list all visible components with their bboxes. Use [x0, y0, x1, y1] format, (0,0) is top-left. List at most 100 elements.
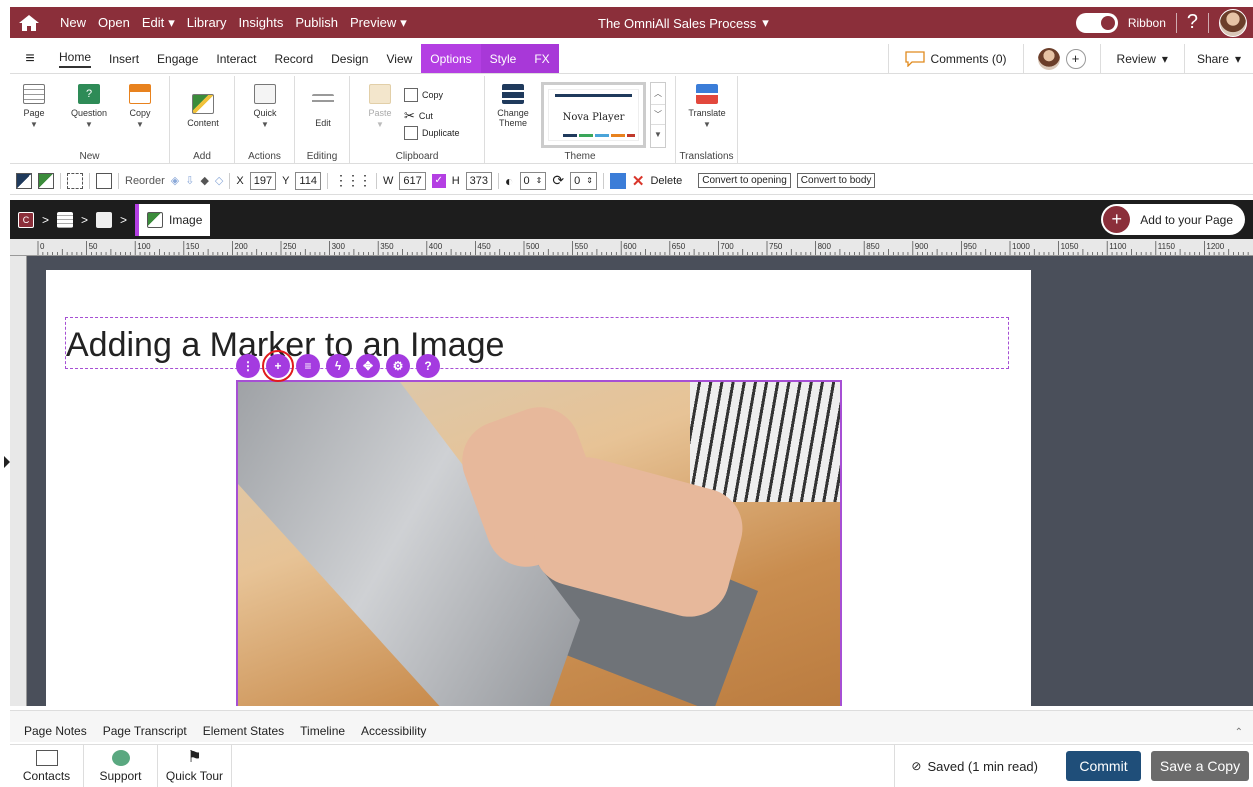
word-export-icon[interactable] [609, 172, 626, 189]
rotation-field[interactable]: 0 ⇕ [570, 171, 597, 190]
page-crumb-icon[interactable] [57, 211, 74, 228]
settings-sliders-icon[interactable]: ≡ [296, 354, 320, 378]
y-position-field[interactable]: 114 [295, 171, 321, 190]
delete-label[interactable]: Delete [650, 175, 682, 187]
quick-tour-button[interactable]: ⚑ Quick Tour [158, 745, 232, 787]
add-collaborator-button[interactable]: + [1065, 48, 1086, 69]
copy-button[interactable]: Copy [404, 88, 443, 102]
save-status-label: Saved (1 min read) [927, 758, 1038, 774]
project-title[interactable]: The OmniAll Sales Process ▾ [598, 15, 769, 31]
delete-icon[interactable]: ✕ [632, 172, 645, 190]
edit-button[interactable]: Edit [307, 94, 339, 128]
image-icon[interactable] [38, 172, 54, 189]
ruler-label: 1100 [1109, 242, 1127, 251]
expand-panel-icon[interactable] [4, 456, 10, 468]
group-new: Page ▼ ? Question ▼ Copy ▼ New [10, 76, 170, 164]
height-field[interactable]: 373 [465, 171, 493, 190]
collapse-panel-icon[interactable]: ⌃ [1235, 727, 1243, 738]
paste-button[interactable]: Paste ▼ [364, 84, 396, 129]
cut-button[interactable]: ✂ Cut [404, 108, 433, 124]
tab-accessibility[interactable]: Accessibility [361, 724, 426, 738]
hamburger-menu-icon[interactable]: ≡ [10, 44, 50, 73]
menu-edit[interactable]: Edit ▾ [142, 15, 175, 31]
translate-button[interactable]: Translate ▼ [682, 84, 732, 129]
menu-preview[interactable]: Preview ▾ [350, 15, 407, 31]
home-icon[interactable] [10, 7, 48, 38]
tab-insert[interactable]: Insert [100, 44, 148, 73]
border-icon[interactable] [67, 172, 83, 189]
tab-home[interactable]: Home [50, 44, 100, 73]
tab-timeline[interactable]: Timeline [300, 724, 345, 738]
more-options-icon[interactable]: ⋮ [236, 354, 260, 378]
save-copy-button[interactable]: Save a Copy [1151, 751, 1249, 781]
bring-forward-icon[interactable]: ◆ [200, 174, 208, 187]
send-backward-icon[interactable]: ⇩ [185, 174, 194, 187]
tab-engage[interactable]: Engage [148, 44, 207, 73]
menu-insights[interactable]: Insights [239, 15, 284, 30]
more-themes-icon[interactable]: ▼ [651, 125, 665, 145]
user-avatar[interactable] [1219, 8, 1247, 37]
comments-button[interactable]: Comments (0) [887, 44, 1023, 73]
divider [375, 172, 377, 189]
collaborator-avatar[interactable] [1037, 47, 1060, 70]
tab-page-notes[interactable]: Page Notes [24, 724, 87, 738]
menu-new[interactable]: New [60, 15, 86, 30]
share-button[interactable]: Share ▾ [1183, 44, 1253, 73]
tab-style[interactable]: Style [480, 44, 526, 73]
convert-to-body-button[interactable]: Convert to body [796, 173, 876, 188]
move-icon[interactable]: ✥ [356, 354, 380, 378]
theme-swatch-orange [611, 134, 625, 137]
ribbon-toggle[interactable] [1075, 12, 1118, 33]
menu-library[interactable]: Library [187, 15, 227, 30]
breadcrumb-current[interactable]: Image [135, 203, 211, 236]
help-icon[interactable]: ? [416, 354, 440, 378]
selected-image[interactable] [236, 380, 842, 706]
lock-aspect-checkbox[interactable]: ✓ [431, 173, 446, 188]
tab-element-states[interactable]: Element States [203, 724, 284, 738]
tab-page-transcript[interactable]: Page Transcript [103, 724, 187, 738]
width-field[interactable]: 617 [399, 171, 426, 190]
support-button[interactable]: Support [84, 745, 158, 787]
image-style-icon[interactable] [16, 172, 32, 189]
course-icon[interactable]: C [18, 211, 34, 228]
bring-to-front-icon[interactable]: ◇ [215, 174, 223, 187]
gear-icon[interactable]: ⚙ [386, 354, 410, 378]
convert-to-opening-button[interactable]: Convert to opening [698, 173, 791, 188]
tab-options[interactable]: Options [421, 44, 481, 73]
review-button[interactable]: Review ▾ [1099, 44, 1184, 73]
course-icon-label: C [22, 214, 30, 225]
chevron-up-icon[interactable]: ︿ [651, 83, 665, 105]
commit-button[interactable]: Commit [1066, 751, 1141, 781]
question-button[interactable]: ? Question ▼ [64, 84, 114, 129]
add-to-page-button[interactable]: + Add to your Page [1101, 204, 1245, 235]
group-crumb-icon[interactable] [96, 211, 113, 228]
copy-page-button[interactable]: Copy ▼ [124, 84, 156, 129]
contacts-button[interactable]: Contacts [10, 745, 84, 787]
save-status: ⊘ Saved (1 min read) [894, 745, 1066, 787]
edit-image-icon[interactable] [96, 172, 112, 189]
content-button[interactable]: Content [182, 94, 224, 128]
page-button[interactable]: Page ▼ [18, 84, 50, 129]
x-position-field[interactable]: 197 [249, 171, 277, 190]
quick-button[interactable]: Quick ▼ [247, 84, 283, 129]
theme-preview-nova-player[interactable]: Nova Player [541, 82, 646, 148]
opacity-field[interactable]: 0 ⇕ [519, 171, 547, 190]
tab-view[interactable]: View [377, 44, 421, 73]
tab-interact[interactable]: Interact [207, 44, 265, 73]
menu-publish[interactable]: Publish [295, 15, 338, 30]
title-text-box[interactable]: Adding a Marker to an Image [65, 317, 1009, 369]
tab-design[interactable]: Design [322, 44, 377, 73]
lightning-action-icon[interactable]: ϟ [326, 354, 350, 378]
send-to-back-icon[interactable]: ◈ [171, 174, 179, 187]
add-marker-icon[interactable]: + [262, 350, 294, 382]
tab-record[interactable]: Record [265, 44, 322, 73]
theme-scroll[interactable]: ︿ ﹀ ▼ [650, 82, 666, 148]
help-icon[interactable]: ? [1187, 11, 1198, 34]
tab-fx[interactable]: FX [525, 44, 559, 73]
grid-icon[interactable]: ⋮⋮⋮ [334, 172, 372, 189]
chevron-down-icon[interactable]: ﹀ [651, 105, 665, 125]
change-theme-button[interactable]: Change Theme [493, 84, 533, 128]
menu-open[interactable]: Open [98, 15, 130, 30]
duplicate-button[interactable]: Duplicate [404, 126, 460, 140]
ruler-label: 850 [866, 242, 880, 251]
